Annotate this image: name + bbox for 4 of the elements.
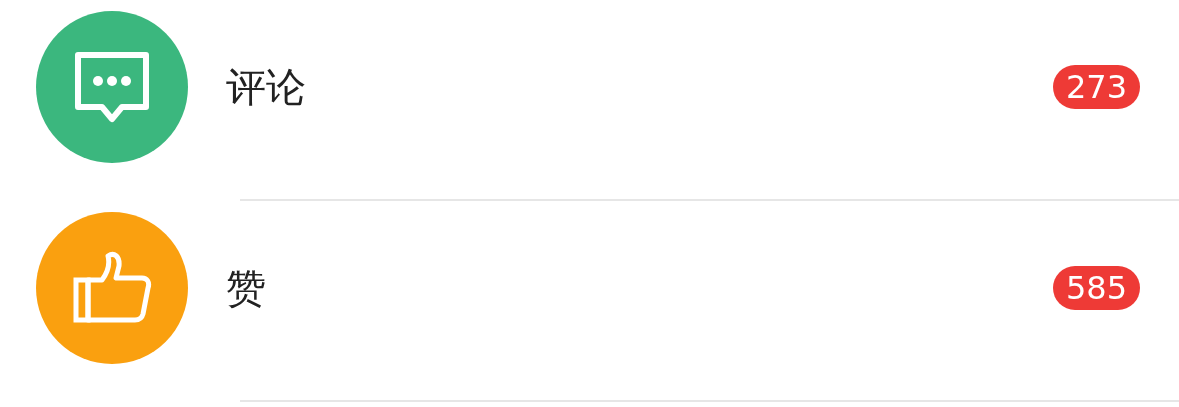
count-badge: 273 bbox=[1052, 65, 1140, 109]
item-label: 赞 bbox=[226, 263, 267, 313]
item-label: 评论 bbox=[226, 62, 307, 112]
count-badge: 585 bbox=[1052, 266, 1140, 310]
